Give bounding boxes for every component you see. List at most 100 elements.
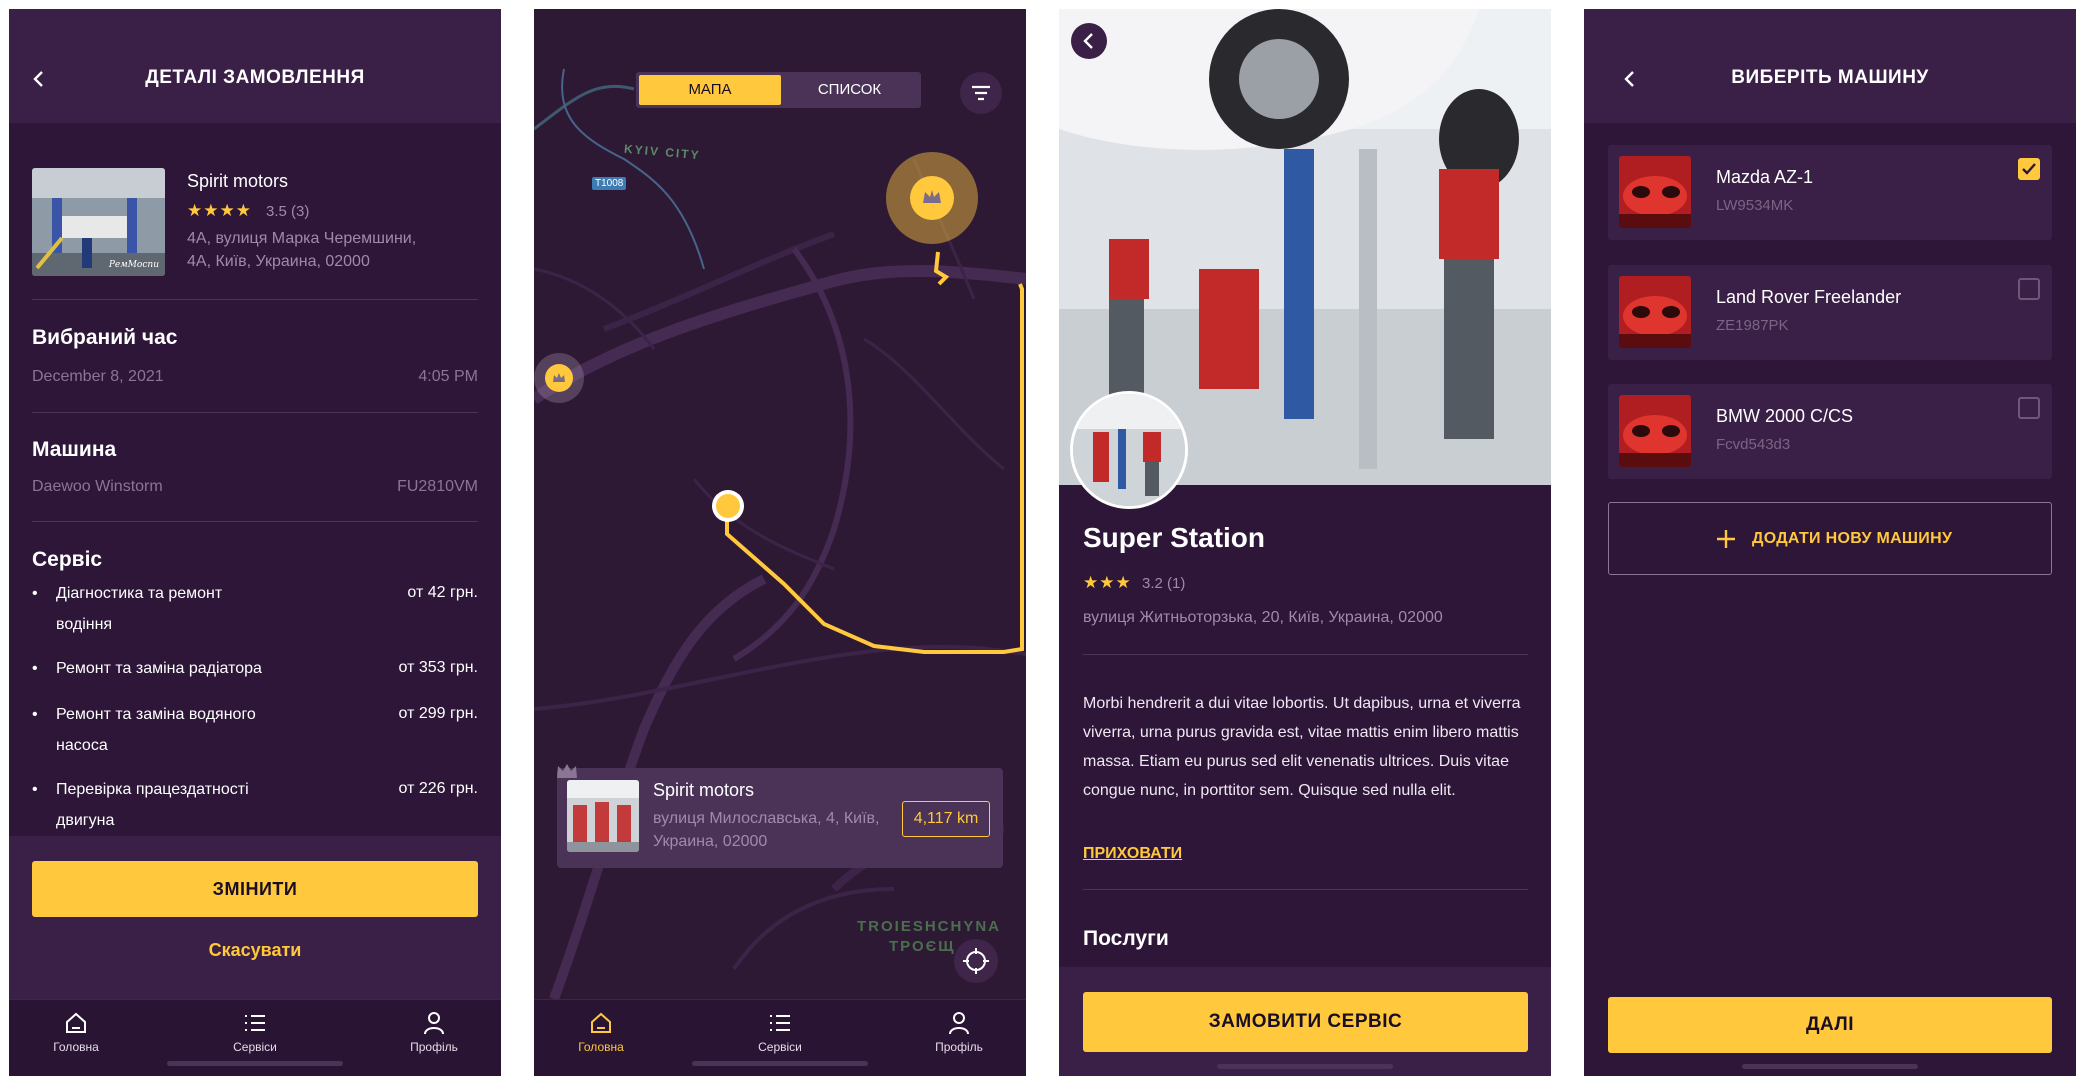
- user-location-pin: [712, 490, 744, 522]
- tab-list[interactable]: СПИСОК: [781, 75, 918, 105]
- rating-stars: ★★★: [1083, 573, 1132, 592]
- checkbox-checked[interactable]: [2018, 158, 2040, 180]
- home-icon: [66, 1012, 86, 1033]
- selected-date: December 8, 2021: [32, 368, 164, 385]
- service-price: от 42 грн.: [407, 584, 478, 601]
- station-avatar: [1070, 391, 1188, 509]
- checkbox[interactable]: [2018, 278, 2040, 300]
- user-icon: [424, 1012, 444, 1035]
- service-marker-large[interactable]: [886, 152, 978, 244]
- home-indicator: [1742, 1064, 1918, 1069]
- nav-services[interactable]: Сервіси: [210, 1010, 300, 1054]
- service-item: • Діагностика та ремонт водіння: [32, 585, 223, 633]
- car-thumbnail: [1619, 276, 1691, 348]
- service-item: • Перевірка працездатності двигуна: [32, 781, 249, 829]
- selected-time: 4:05 PM: [418, 368, 478, 385]
- crown-icon: [910, 176, 954, 220]
- add-car-label: ДОДАТИ НОВУ МАШИНУ: [1752, 530, 1953, 547]
- home-indicator: [692, 1061, 868, 1066]
- locate-button[interactable]: [954, 939, 998, 983]
- add-car-button[interactable]: ДОДАТИ НОВУ МАШИНУ: [1608, 502, 2052, 575]
- service-item: • Ремонт та заміна радіатора: [32, 660, 262, 677]
- distance-badge: 4,117 km: [902, 801, 990, 837]
- order-details-screen: ДЕТАЛІ ЗАМОВЛЕННЯ РемМоспи Spirit motors…: [9, 9, 501, 1076]
- crosshair-icon: [963, 948, 989, 974]
- crown-badge-icon: [555, 762, 579, 780]
- nav-home-label: Головна: [53, 1040, 99, 1054]
- station-address: вулиця Житньоторзька, 20, Київ, Украина,…: [1083, 609, 1443, 626]
- view-toggle: МАПА СПИСОК: [636, 72, 921, 108]
- header: ДЕТАЛІ ЗАМОВЛЕННЯ: [9, 9, 501, 123]
- car-option[interactable]: Land Rover Freelander ZE1987PK: [1608, 265, 2052, 360]
- home-indicator: [1217, 1064, 1393, 1069]
- home-icon: [591, 1012, 611, 1033]
- map-label-district-cyr: ТРОЄЩ: [889, 938, 956, 955]
- order-service-button[interactable]: ЗАМОВИТИ СЕРВІС: [1083, 992, 1528, 1052]
- service-address-line1: вулиця Милославська, 4, Київ,: [653, 810, 880, 827]
- service-thumbnail: [567, 780, 639, 852]
- nav-home[interactable]: Головна: [31, 1010, 121, 1054]
- nav-services-label: Сервіси: [758, 1040, 802, 1054]
- shop-address-line1: 4А, вулиця Марка Черемшини,: [187, 230, 417, 247]
- service-price: от 226 грн.: [398, 780, 478, 797]
- tab-map[interactable]: МАПА: [639, 75, 781, 105]
- action-area: ЗМІНИТИ Скасувати: [9, 836, 501, 999]
- nav-profile[interactable]: Профіль: [389, 1010, 479, 1054]
- map-screen: KYIV CITY T1008 TROIESHCHYNA ТРОЄЩ МАПА …: [534, 9, 1026, 1076]
- nav-profile[interactable]: Профіль: [914, 1010, 1004, 1054]
- cancel-link[interactable]: Скасувати: [9, 940, 501, 961]
- nav-home[interactable]: Головна: [556, 1010, 646, 1054]
- car-thumbnail: [1619, 156, 1691, 228]
- divider: [32, 412, 478, 413]
- list-icon: [770, 1015, 790, 1031]
- divider: [1083, 654, 1528, 655]
- checkbox[interactable]: [2018, 397, 2040, 419]
- divider: [1083, 889, 1528, 890]
- header: ВИБЕРІТЬ МАШИНУ: [1584, 9, 2076, 123]
- order-content: РемМоспи Spirit motors ★★★★ 3.5 (3) 4А, …: [9, 123, 501, 836]
- service-marker-small[interactable]: [534, 353, 584, 403]
- car-option[interactable]: BMW 2000 C/CS Fcvd543d3: [1608, 384, 2052, 479]
- car-section-title: Машина: [32, 438, 117, 461]
- bottom-nav: Головна Сервіси Профіль: [9, 999, 501, 1076]
- bottom-nav: Головна Сервіси Профіль: [534, 999, 1026, 1076]
- list-icon: [245, 1015, 265, 1031]
- rating-value: 3.2 (1): [1142, 575, 1186, 592]
- shop-address-line2: 4А, Київ, Украина, 02000: [187, 253, 370, 270]
- time-section-title: Вибраний час: [32, 326, 178, 349]
- car-thumbnail: [1619, 395, 1691, 467]
- station-name: Super Station: [1083, 522, 1266, 553]
- filter-button[interactable]: [960, 72, 1002, 114]
- page-title: ДЕТАЛІ ЗАМОВЛЕННЯ: [145, 67, 365, 88]
- home-indicator: [167, 1061, 343, 1066]
- service-price: от 299 грн.: [398, 705, 478, 722]
- station-description: Morbi hendrerit a dui vitae lobortis. Ut…: [1083, 695, 1521, 799]
- car-name: Daewoo Winstorm: [32, 478, 163, 495]
- service-name: Spirit motors: [653, 780, 755, 800]
- change-button[interactable]: ЗМІНИТИ: [32, 861, 478, 917]
- next-button[interactable]: ДАЛІ: [1608, 997, 2052, 1053]
- nav-home-label: Головна: [578, 1040, 624, 1054]
- service-details-screen: Super Station ★★★ 3.2 (1) вулиця Житньот…: [1059, 9, 1551, 1076]
- nav-services-label: Сервіси: [233, 1040, 277, 1054]
- services-title: Послуги: [1083, 927, 1169, 950]
- divider: [32, 299, 478, 300]
- road-sign: T1008: [592, 177, 627, 190]
- car-name: BMW 2000 C/CS: [1716, 406, 1854, 426]
- service-card[interactable]: Spirit motors вулиця Милославська, 4, Ки…: [557, 764, 1003, 868]
- filter-icon: [972, 85, 990, 101]
- hide-link[interactable]: ПРИХОВАТИ: [1083, 845, 1182, 863]
- nav-services[interactable]: Сервіси: [735, 1010, 825, 1054]
- nav-profile-label: Профіль: [410, 1040, 458, 1054]
- map-label-district-lat: TROIESHCHYNA: [857, 918, 1002, 935]
- back-button[interactable]: [1071, 23, 1107, 59]
- page-title: ВИБЕРІТЬ МАШИНУ: [1731, 67, 1929, 88]
- service-price: от 353 грн.: [398, 659, 478, 676]
- plus-icon: [1714, 527, 1738, 551]
- car-option[interactable]: Mazda AZ-1 LW9534MK: [1608, 145, 2052, 240]
- car-plate: FU2810VM: [397, 478, 478, 495]
- shop-name: Spirit motors: [187, 171, 289, 191]
- checkmark-icon: [2022, 163, 2036, 175]
- nav-profile-label: Профіль: [935, 1040, 983, 1054]
- back-arrow-icon: [1083, 33, 1093, 49]
